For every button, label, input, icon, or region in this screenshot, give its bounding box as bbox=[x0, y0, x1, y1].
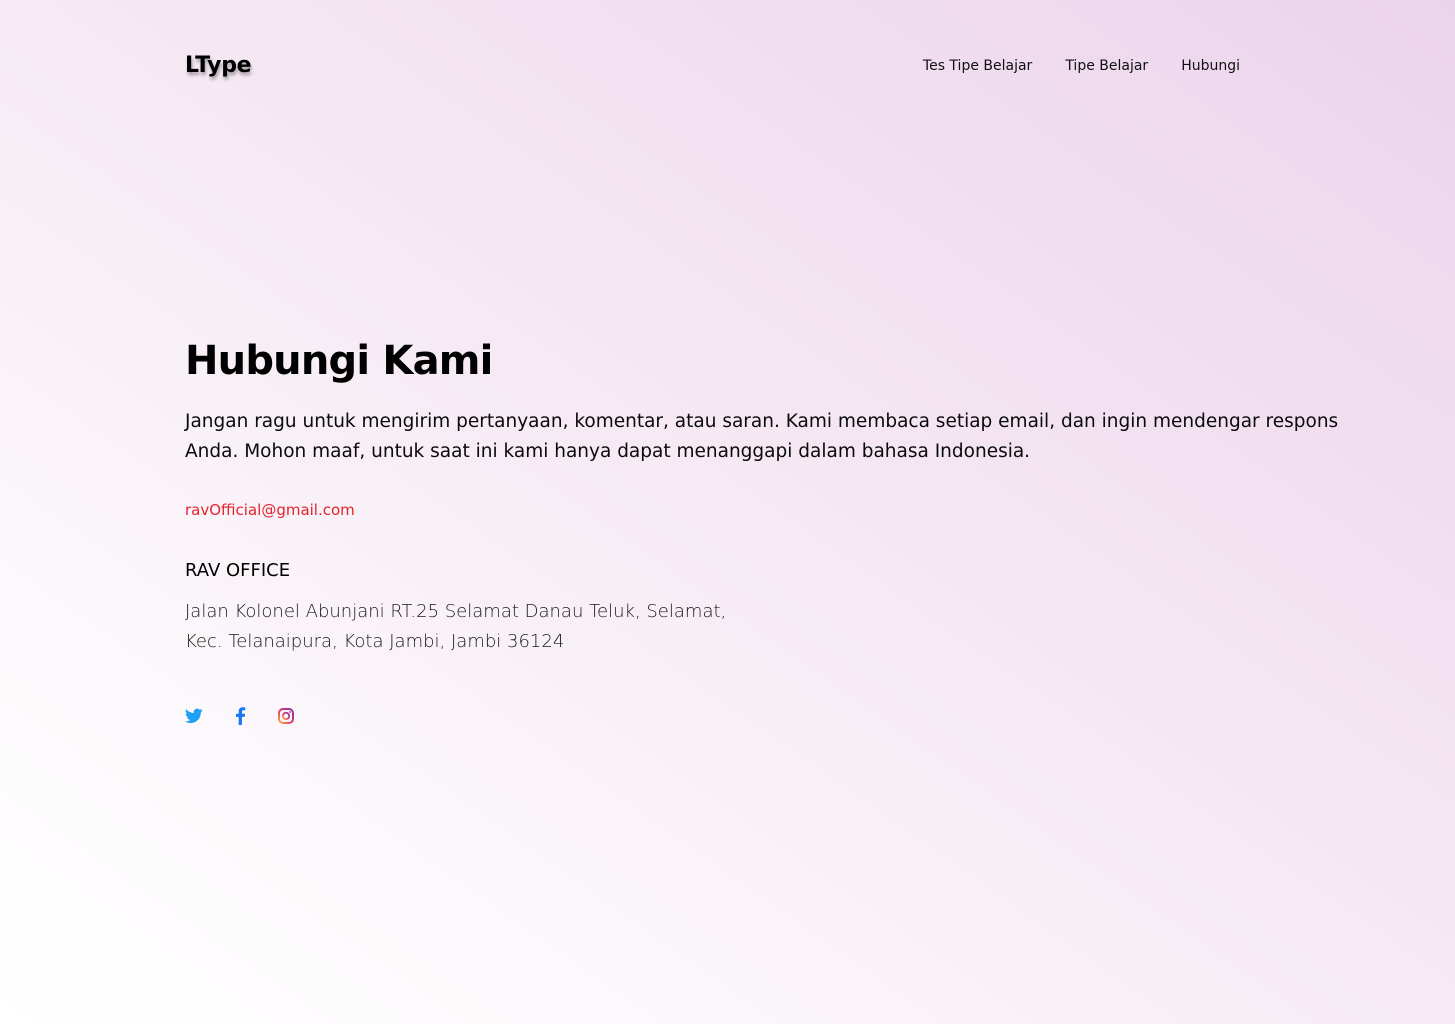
logo[interactable]: LType bbox=[185, 50, 252, 82]
office-title: RAV OFFICE bbox=[185, 560, 291, 581]
twitter-icon bbox=[185, 708, 203, 724]
email-link[interactable]: ravOfficial@gmail.com bbox=[185, 499, 355, 521]
instagram-icon bbox=[278, 708, 294, 724]
address-line-1: Jalan Kolonel Abunjani RT.25 Selamat Dan… bbox=[185, 601, 727, 622]
address-line-2: Kec. Telanaipura, Kota Jambi, Jambi 3612… bbox=[185, 631, 565, 652]
nav-item-tipe-belajar[interactable]: Tipe Belajar bbox=[1065, 52, 1148, 80]
instagram-link[interactable] bbox=[277, 707, 295, 725]
nav-item-tes-tipe-belajar[interactable]: Tes Tipe Belajar bbox=[923, 52, 1032, 80]
contact-section: Hubungi Kami Jangan ragu untuk mengirim … bbox=[185, 335, 1385, 657]
social-links bbox=[185, 707, 295, 725]
main-nav: Tes Tipe Belajar Tipe Belajar Hubungi bbox=[923, 52, 1240, 80]
facebook-icon bbox=[235, 707, 245, 725]
facebook-link[interactable] bbox=[231, 707, 249, 725]
nav-item-hubungi[interactable]: Hubungi bbox=[1181, 52, 1240, 80]
contact-description: Jangan ragu untuk mengirim pertanyaan, k… bbox=[185, 411, 1339, 462]
page-title: Hubungi Kami bbox=[185, 338, 493, 384]
twitter-link[interactable] bbox=[185, 707, 203, 725]
office-address: Jalan Kolonel Abunjani RT.25 Selamat Dan… bbox=[185, 597, 1385, 657]
